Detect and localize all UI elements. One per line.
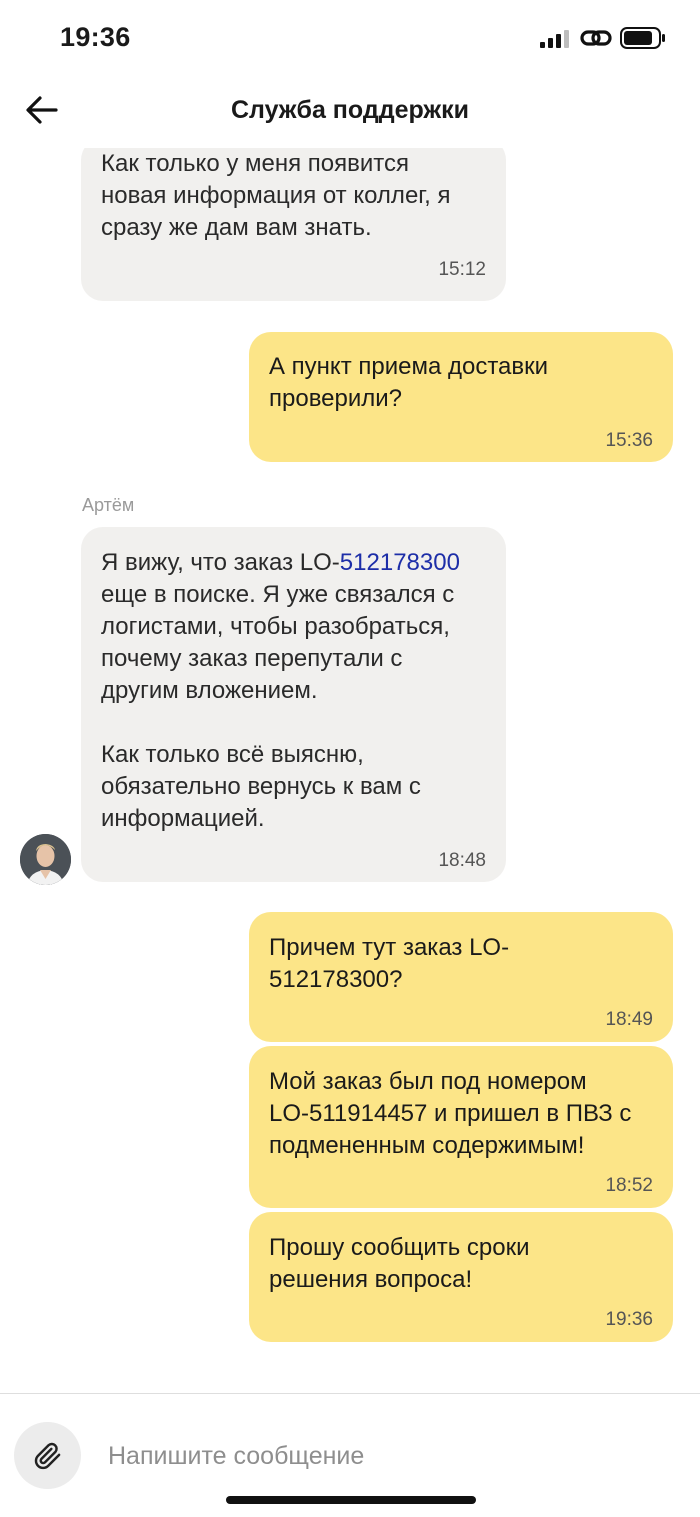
message-outgoing[interactable]: Причем тут заказ LO- 512178300? 18:49 [249, 912, 673, 1042]
message-time: 18:52 [605, 1175, 653, 1196]
battery-icon [620, 27, 665, 49]
message-input[interactable] [96, 1430, 676, 1482]
message-text: А пункт приема доставки проверили? [269, 353, 549, 412]
composer-divider [0, 1393, 700, 1394]
message-time: 19:36 [605, 1309, 653, 1330]
message-time: 15:36 [605, 430, 653, 451]
page-title: Служба поддержки [230, 96, 470, 124]
message-text: Прошу сообщить сроки решения вопроса! [269, 1234, 530, 1293]
home-indicator[interactable] [226, 1496, 476, 1504]
personal-hotspot-icon [580, 30, 612, 46]
status-bar: 19:36 [0, 0, 700, 78]
message-text: Я вижу, что заказ LO-512178300 еще в пои… [101, 547, 488, 835]
message-outgoing[interactable]: А пункт приема доставки проверили? 15:36 [249, 332, 673, 462]
agent-avatar [20, 834, 71, 885]
message-outgoing[interactable]: Прошу сообщить сроки решения вопроса! 19… [249, 1212, 673, 1342]
message-incoming[interactable]: Я вижу, что заказ LO-512178300 еще в пои… [81, 527, 506, 882]
cellular-signal-icon [540, 30, 569, 48]
attach-button[interactable] [14, 1422, 81, 1489]
message-incoming[interactable]: Как только у меня появится новая информа… [81, 148, 506, 301]
chat-header: Служба поддержки [0, 78, 700, 148]
message-text: Причем тут заказ LO- 512178300? [269, 934, 510, 993]
avatar-image [20, 834, 71, 885]
message-text-part: Я вижу, что заказ LO- [101, 549, 340, 576]
message-text: Мой заказ был под номером LO-511914457 и… [269, 1068, 632, 1159]
message-time: 18:49 [605, 1009, 653, 1030]
order-number-link[interactable]: 512178300 [340, 549, 460, 576]
message-text-part: еще в поиске. Я уже связался с логистами… [101, 581, 455, 832]
message-time: 18:48 [438, 850, 486, 871]
message-text: Как только у меня появится новая информа… [101, 150, 451, 241]
sender-name: Артём [82, 495, 135, 515]
status-time: 19:36 [60, 22, 131, 52]
paperclip-icon [34, 1442, 61, 1470]
message-time: 15:12 [438, 259, 486, 280]
chat-messages[interactable]: Как только у меня появится новая информа… [0, 148, 700, 1393]
message-outgoing[interactable]: Мой заказ был под номером LO-511914457 и… [249, 1046, 673, 1208]
